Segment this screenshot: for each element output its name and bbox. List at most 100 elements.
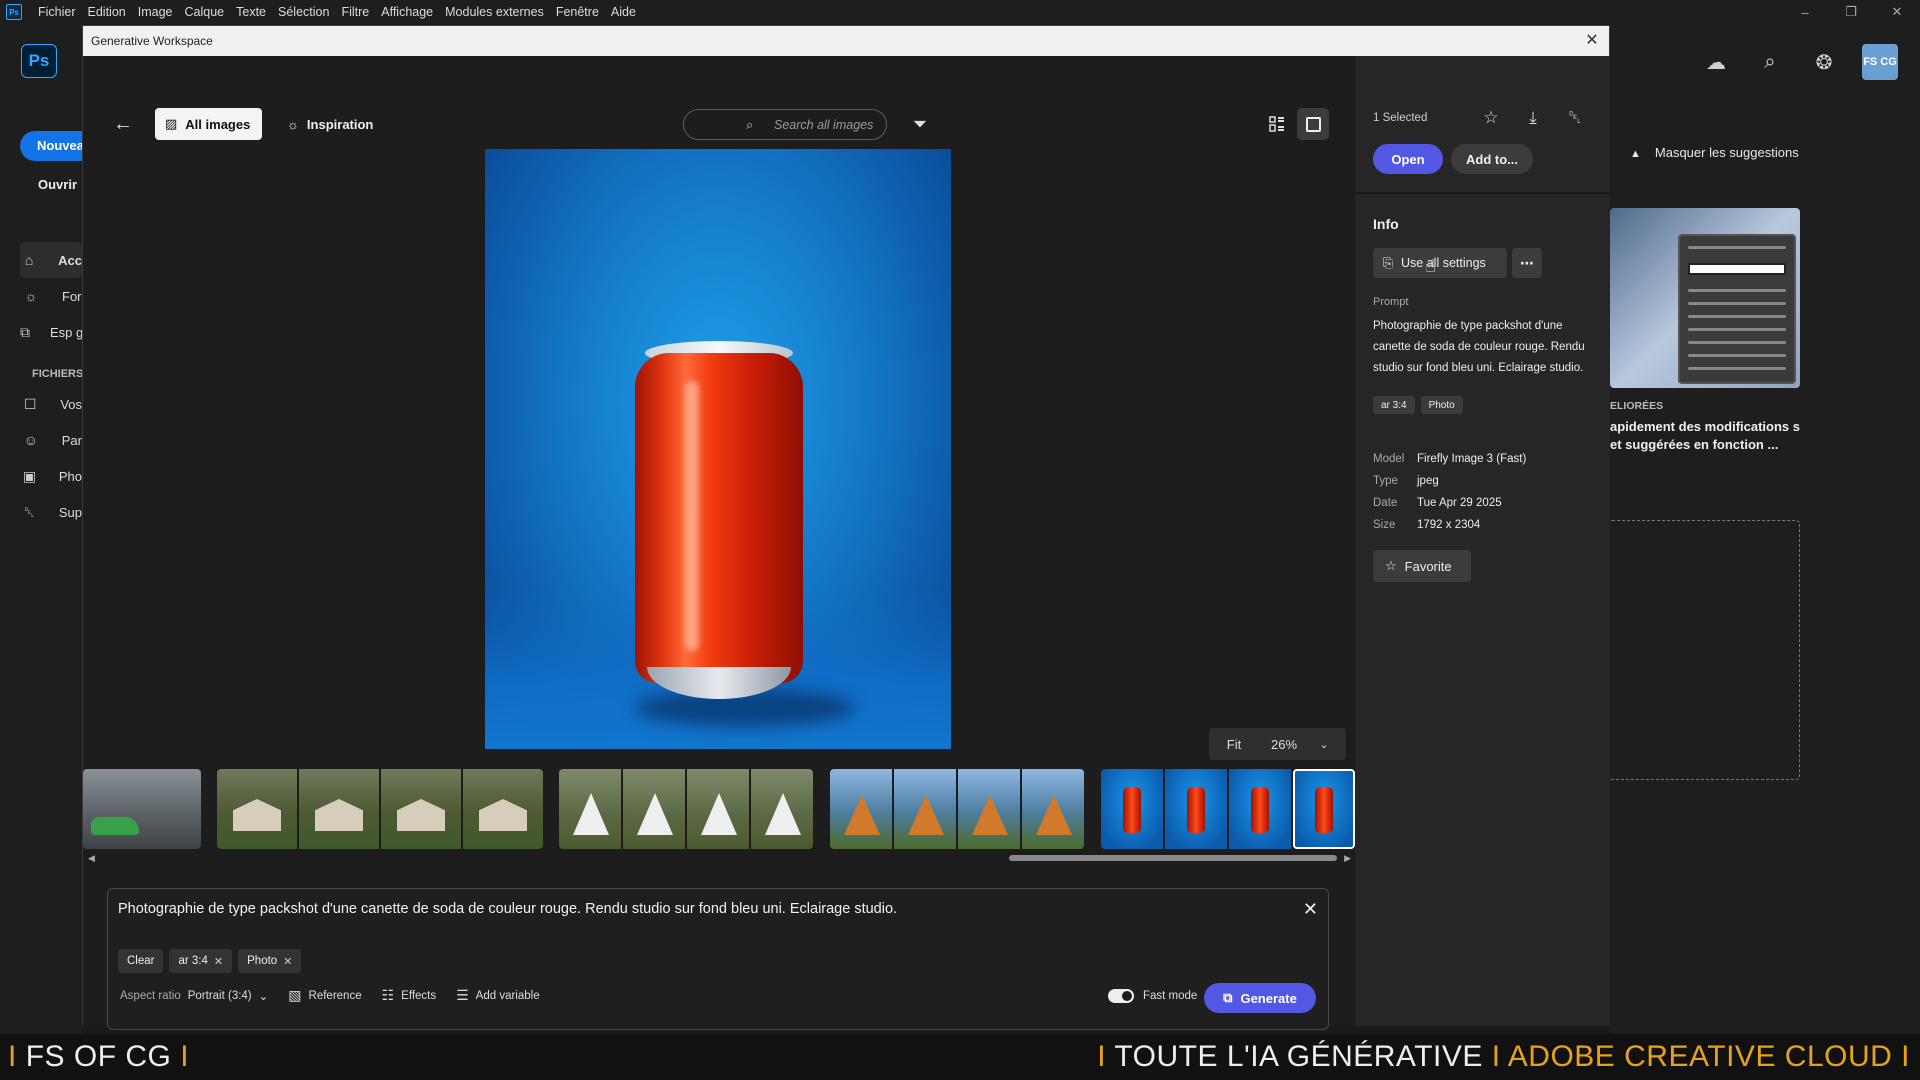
fast-mode-toggle[interactable]: Fast mode [1108,989,1197,1003]
thumbnail[interactable] [1022,769,1084,849]
effects-button[interactable]: ☷ Effects [382,987,437,1004]
use-all-settings-button[interactable]: ⎘ Use all settings [1373,248,1507,278]
scroll-right-icon[interactable]: ▶ [1344,853,1351,864]
clear-chip[interactable]: Clear [118,949,164,973]
window-title: Generative Workspace [91,34,213,48]
thumbnail[interactable] [687,769,749,849]
thumbnail-selected[interactable] [1293,769,1355,849]
add-variable-button[interactable]: ☰ Add variable [456,987,540,1004]
back-arrow-icon[interactable]: ← [109,110,137,138]
menu-image[interactable]: Image [132,5,179,19]
thumbnail[interactable] [830,769,892,849]
menu-filtre[interactable]: Filtre [335,5,375,19]
nav-item-files[interactable]: ☐ Vos [20,386,82,422]
chip-photo[interactable]: Photo ✕ [238,949,302,973]
thumbnail[interactable] [1165,769,1227,849]
avatar[interactable]: FS CG [1862,44,1898,80]
app-icon: Ps [6,4,22,20]
nav-item-home[interactable]: ⌂ Acc [20,242,82,278]
menu-texte[interactable]: Texte [230,5,272,19]
generate-button[interactable]: ⧉ Generate [1204,983,1316,1013]
thumbnail-group [83,769,201,849]
prompt-description: Photographie de type packshot d'une cane… [1373,320,1585,374]
thumbnail[interactable] [1229,769,1291,849]
aspect-ratio-select[interactable]: Aspect ratio Portrait (3:4) ⌄ [120,989,268,1003]
hide-suggestions-button[interactable]: ▲ Masquer les suggestions [1630,145,1799,160]
open-image-button[interactable]: Open [1373,144,1443,174]
thumbnail[interactable] [299,769,379,849]
close-window-icon[interactable]: ✕ [1874,0,1920,24]
tab-all-images[interactable]: ▨ All images [155,108,263,140]
thumbnail-scrollbar[interactable]: ◀ ▶ [83,853,1355,863]
divider [1355,192,1610,194]
minimize-icon[interactable]: – [1782,0,1828,24]
trash-icon[interactable]: ␡ [1561,104,1589,132]
more-options-button[interactable]: ⋯ [1512,248,1542,278]
zoom-percent: 26% [1270,736,1298,752]
banner-right: I TOUTE L'IA GÉNÉRATIVE I ADOBE CREATIVE… [1097,1040,1910,1073]
prompt-box[interactable]: Photographie de type packshot d'une cane… [107,888,1329,1030]
chip-aspect[interactable]: ar 3:4 ✕ [169,949,233,973]
remove-chip-icon[interactable]: ✕ [283,955,292,968]
thumbnail[interactable] [958,769,1020,849]
menu-modules-externes[interactable]: Modules externes [439,5,550,19]
star-icon[interactable]: ☆ [1477,104,1505,132]
menu-affichage[interactable]: Affichage [375,5,439,19]
menubar: Ps Fichier Edition Image Calque Texte Sé… [0,0,1920,24]
menu-aide[interactable]: Aide [605,5,642,19]
nav-item-deleted[interactable]: ␡ Sup [20,494,82,530]
zoom-control[interactable]: Fit 26% ⌄ [1209,728,1346,760]
gift-icon[interactable]: ❂ [1808,46,1840,78]
chevron-down-icon[interactable]: ⌄ [1309,738,1339,751]
effects-icon: ☷ [381,987,395,1003]
filter-icon[interactable]: ⏷ [909,112,931,136]
thumbnail[interactable] [751,769,813,849]
reference-button[interactable]: ▧ Reference [288,987,361,1004]
tab-inspiration[interactable]: ☼ Inspiration [279,108,381,140]
clear-prompt-icon[interactable]: ✕ [1303,899,1318,920]
close-icon[interactable]: ✕ [1581,30,1603,52]
nav-item-generative[interactable]: ⧉Esp gén [20,314,82,350]
thumbnail[interactable] [559,769,621,849]
image-preview[interactable] [485,149,951,749]
toggle-switch[interactable] [1108,989,1134,1003]
add-to-button[interactable]: Add to... [1451,144,1533,174]
thumbnail[interactable] [1101,769,1163,849]
remove-chip-icon[interactable]: ✕ [214,955,223,968]
scrollbar-thumb[interactable] [1009,855,1337,861]
suggestion-tag: ELIORÉES [1610,400,1664,412]
menu-calque[interactable]: Calque [179,5,231,19]
menu-selection[interactable]: Sélection [272,5,335,19]
zoom-fit[interactable]: Fit [1209,737,1259,752]
grid-view-icon[interactable] [1263,110,1291,138]
favorite-button[interactable]: ☆ Favorite [1373,550,1471,582]
thumbnail[interactable] [381,769,461,849]
nav-item-lightroom[interactable]: ▣ Pho [20,458,82,494]
thumbnail[interactable] [894,769,956,849]
file-icon: ☐ [23,395,37,412]
scroll-left-icon[interactable]: ◀ [88,853,95,864]
thumbnail[interactable] [463,769,543,849]
open-button[interactable]: Ouvrir [38,177,77,192]
reference-icon: ▧ [288,987,302,1003]
meta-row: Type jpeg [1373,475,1439,487]
suggestion-card[interactable] [1610,208,1800,388]
cloud-icon[interactable]: ☁ [1700,46,1732,78]
prompt-input[interactable]: Photographie de type packshot d'une cane… [118,901,897,917]
search-input[interactable]: ⌕ Search all images [683,109,887,140]
restore-icon[interactable]: ❐ [1828,0,1874,24]
download-icon[interactable]: ⤓ [1519,104,1547,132]
single-view-icon[interactable] [1297,108,1329,140]
search-icon[interactable]: ⌕ [1754,46,1786,78]
thumbnail[interactable] [83,769,201,849]
menu-edition[interactable]: Edition [82,5,132,19]
thumbnail-group [559,769,813,849]
thumbnail[interactable] [217,769,297,849]
prompt-label: Prompt [1373,296,1409,308]
thumbnail[interactable] [623,769,685,849]
menu-fenetre[interactable]: Fenêtre [550,5,605,19]
nav-item-shared[interactable]: ☺ Par [20,422,82,458]
nav-item-learn[interactable]: ☼ For [20,278,82,314]
menu-fichier[interactable]: Fichier [32,5,82,19]
thumbnail-group [1101,769,1355,849]
